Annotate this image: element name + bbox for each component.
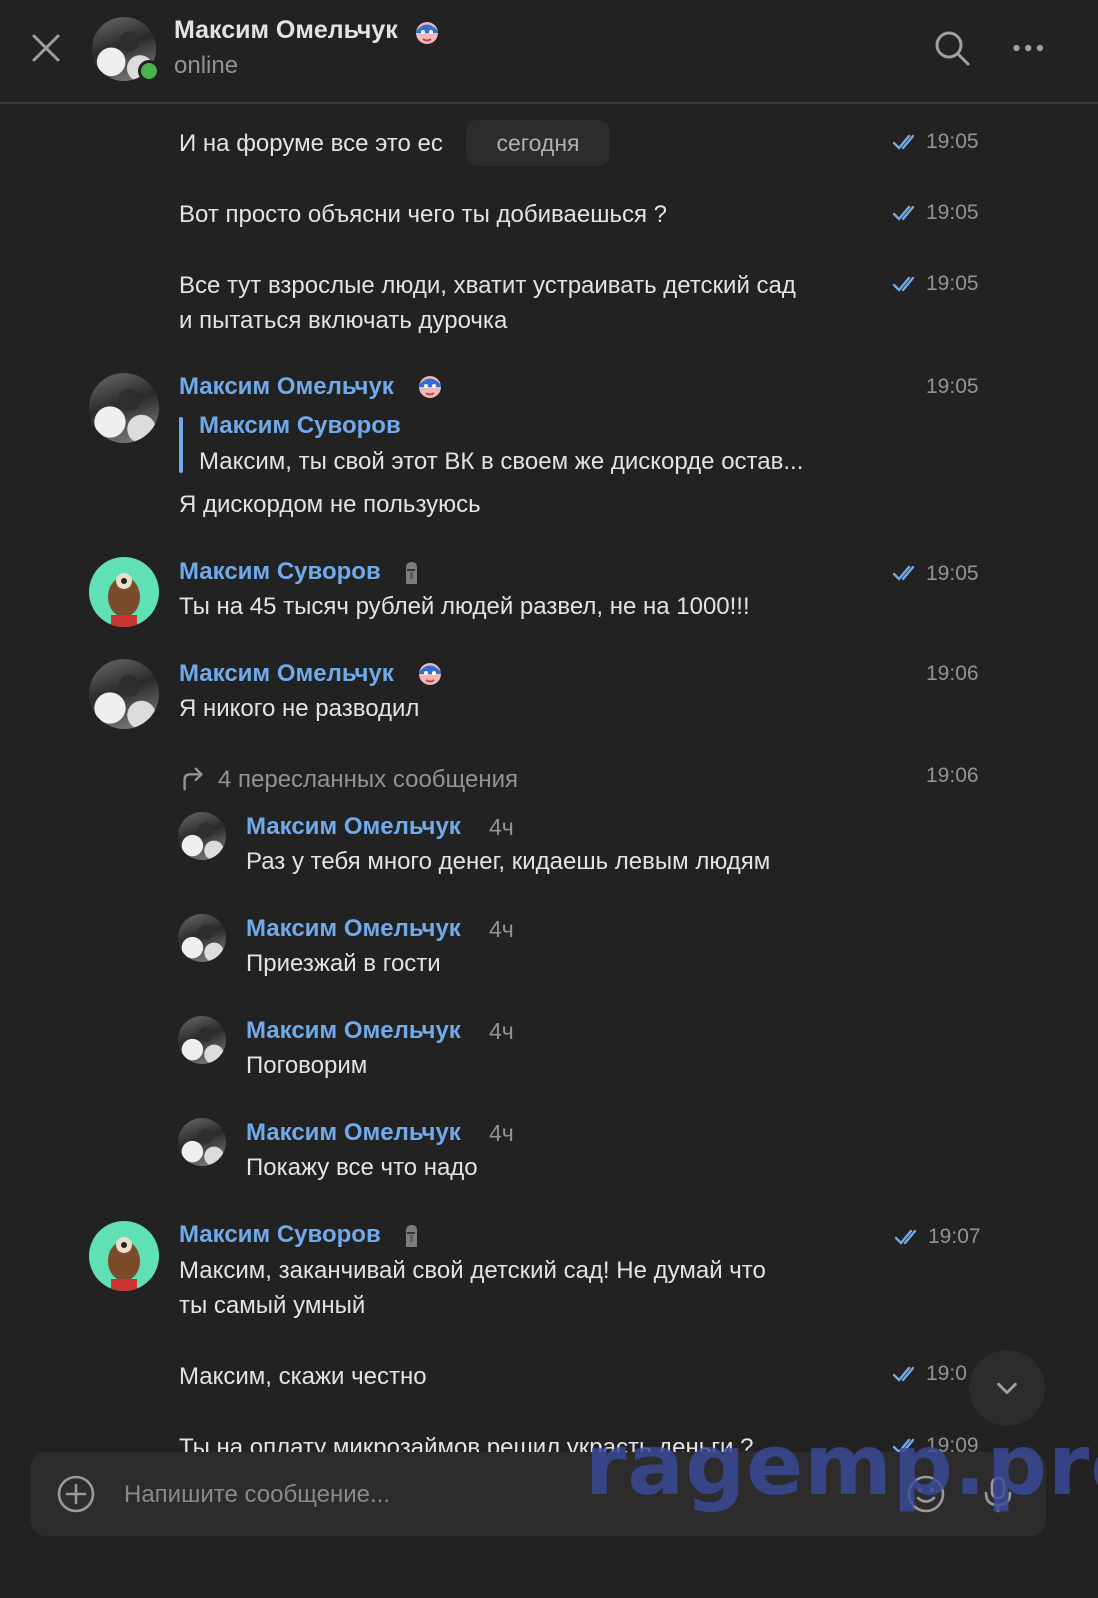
avatar[interactable] <box>178 1118 226 1166</box>
message-author[interactable]: Максим Омельчук <box>179 660 394 688</box>
avatar[interactable] <box>178 812 226 860</box>
avatar[interactable] <box>89 373 159 443</box>
message-author[interactable]: Максим Омельчук <box>179 373 394 401</box>
date-separator: сегодня <box>466 120 610 166</box>
double-check-icon <box>892 205 915 221</box>
message-time: 19:05 <box>926 375 979 398</box>
message-text: Максим, скажи честно <box>179 1363 427 1390</box>
close-icon[interactable] <box>26 28 66 68</box>
message-text: Вот просто объясни чего ты добиваешься ? <box>179 201 667 228</box>
message-text: Покажу все что надо <box>246 1154 478 1181</box>
double-check-icon <box>892 134 915 150</box>
message-text: Максим, заканчивай свой детский сад! Не … <box>179 1257 766 1284</box>
avatar[interactable] <box>89 659 159 729</box>
message-text: Приезжай в гости <box>246 950 441 977</box>
message-author[interactable]: Максим Суворов <box>179 1221 381 1249</box>
message-author[interactable]: Максим Омельчук <box>246 813 461 841</box>
captain-emoji-icon <box>416 22 438 44</box>
chat-header: Максим Омельчук online <box>0 0 1098 104</box>
captain-emoji-icon <box>419 663 441 685</box>
moai-emoji-icon <box>406 562 417 584</box>
message-time: 19:0 <box>926 1362 967 1385</box>
message-author[interactable]: Максим Омельчук <box>246 915 461 943</box>
forwarded-age: 4ч <box>489 916 514 942</box>
avatar[interactable] <box>89 1221 159 1291</box>
message-time: 19:05 <box>926 130 979 153</box>
avatar[interactable] <box>178 914 226 962</box>
reply-quote-author[interactable]: Максим Суворов <box>199 412 401 440</box>
forwarded-header[interactable]: 4 пересланных сообщения <box>218 766 518 794</box>
message-time: 19:07 <box>928 1225 981 1248</box>
avatar[interactable] <box>89 557 159 627</box>
forwarded-age: 4ч <box>489 814 514 840</box>
moai-emoji-icon <box>406 1225 417 1247</box>
avatar[interactable] <box>178 1016 226 1064</box>
forwarded-age: 4ч <box>489 1120 514 1146</box>
message-time: 19:06 <box>926 662 979 685</box>
reply-quote-bar <box>179 417 183 473</box>
double-check-icon <box>892 565 915 581</box>
watermark: ragemp.pro <box>585 1416 1098 1514</box>
more-icon[interactable] <box>1012 42 1048 54</box>
message-text: ты самый умный <box>179 1292 366 1319</box>
forward-icon <box>183 767 203 791</box>
message-text: Все тут взрослые люди, хватит устраивать… <box>179 272 796 299</box>
double-check-icon <box>892 276 915 292</box>
message-text: и пытаться включать дурочка <box>179 307 508 334</box>
message-time: 19:05 <box>926 562 979 585</box>
message-text: Я никого не разводил <box>179 695 420 722</box>
captain-emoji-icon <box>419 376 441 398</box>
chat-title[interactable]: Максим Омельчук <box>174 16 398 45</box>
message-text: И на форуме все это ес <box>179 130 443 157</box>
reply-quote-text[interactable]: Максим, ты свой этот ВК в своем же диско… <box>199 448 803 476</box>
message-author[interactable]: Максим Омельчук <box>246 1119 461 1147</box>
scroll-down-button[interactable] <box>969 1350 1045 1426</box>
message-time: 19:05 <box>926 272 979 295</box>
message-author[interactable]: Максим Омельчук <box>246 1017 461 1045</box>
message-time: 19:06 <box>926 764 979 787</box>
plus-circle-icon[interactable] <box>56 1474 96 1514</box>
search-icon[interactable] <box>932 28 972 68</box>
double-check-icon <box>892 1366 915 1382</box>
message-time: 19:05 <box>926 201 979 224</box>
chevron-down-icon <box>997 1382 1017 1395</box>
forwarded-age: 4ч <box>489 1018 514 1044</box>
message-text: Раз у тебя много денег, кидаешь левым лю… <box>246 848 771 875</box>
message-text: Поговорим <box>246 1052 368 1079</box>
chat-status: online <box>174 52 239 79</box>
message-author[interactable]: Максим Суворов <box>179 558 381 586</box>
message-text: Ты на 45 тысяч рублей людей развел, не н… <box>179 593 750 620</box>
double-check-icon <box>894 1229 917 1245</box>
online-indicator <box>138 60 160 82</box>
message-text: Я дискордом не пользуюсь <box>179 491 481 518</box>
